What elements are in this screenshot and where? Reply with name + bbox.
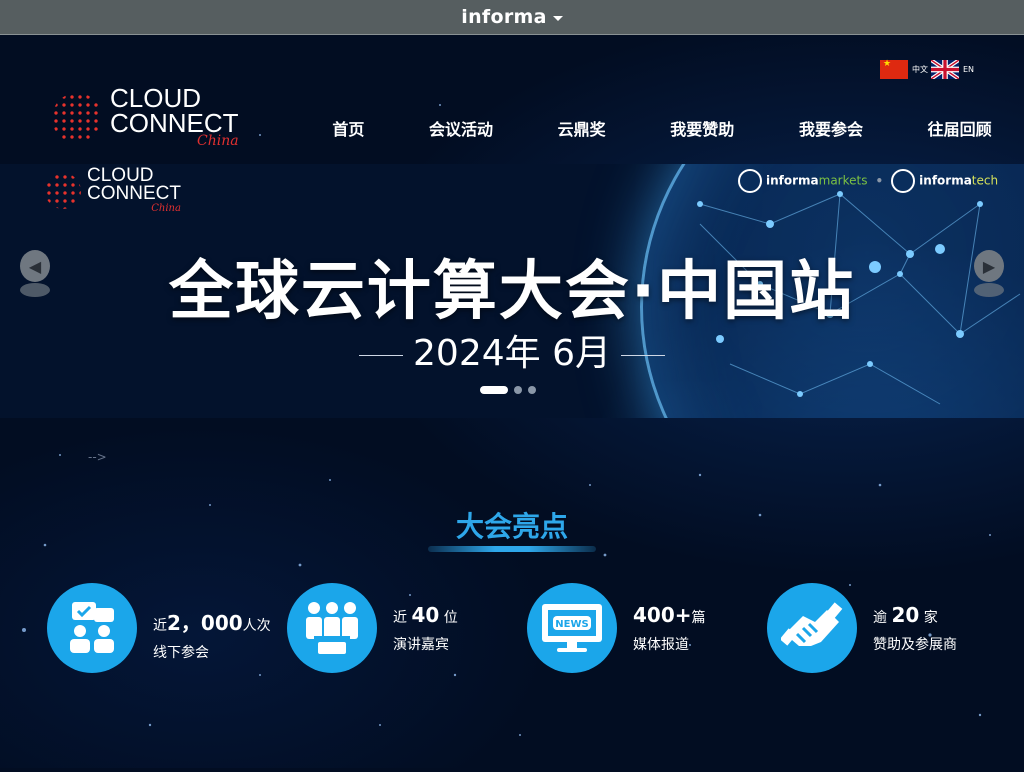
- informa-topbar[interactable]: informa: [0, 0, 1024, 35]
- logo-line2: CONNECT: [110, 107, 239, 138]
- informa-brand[interactable]: informa: [461, 6, 546, 28]
- speakers-icon: [287, 583, 377, 673]
- date-rule-right: [620, 354, 665, 356]
- banner-headline: 全球云计算大会·中国站: [168, 255, 856, 329]
- banner-logo: CLOUD CONNECT China: [45, 166, 181, 215]
- stat-sponsors: 逾 20 家 赞助及参展商: [767, 583, 957, 673]
- informa-ring-icon: [738, 169, 762, 193]
- stat2-label: 演讲嘉宾: [393, 637, 449, 654]
- prev-arrow-reflection: [20, 283, 50, 297]
- stat2-unit: 位: [439, 610, 458, 627]
- nav-item-attend[interactable]: 我要参会: [799, 116, 863, 140]
- prev-slide-button[interactable]: ◀: [20, 250, 50, 282]
- partner-separator: •: [875, 174, 884, 188]
- partner1-b: markets: [818, 173, 868, 188]
- uk-flag-icon[interactable]: [931, 60, 959, 79]
- stray-comment-text: -->: [88, 450, 107, 464]
- nav-item-sponsor[interactable]: 我要赞助: [670, 116, 734, 140]
- nav-item-awards[interactable]: 云鼎奖: [558, 116, 606, 140]
- partner2-b: tech: [971, 173, 999, 188]
- slide-dot-2[interactable]: [514, 386, 522, 394]
- hero-banner[interactable]: CLOUD CONNECT China informamarkets • inf…: [0, 164, 1024, 418]
- lang-zh-label[interactable]: 中文: [912, 64, 928, 75]
- informa-markets-logo: informamarkets: [738, 169, 867, 193]
- nav-item-past[interactable]: 往届回顾: [928, 116, 992, 140]
- slide-dot-1[interactable]: [480, 386, 508, 394]
- chevron-left-icon[interactable]: ◀: [29, 257, 41, 276]
- chat-people-icon: [47, 583, 137, 673]
- stat4-prefix: 逾: [873, 610, 892, 627]
- logo-line1: CLOUD: [110, 83, 202, 113]
- stat2-number: 40: [411, 603, 440, 628]
- chevron-down-icon[interactable]: [552, 16, 563, 21]
- highlights-title: 大会亮点: [455, 510, 568, 543]
- stat3-label: 媒体报道: [633, 637, 689, 654]
- stat-attendees: 近2，000人次 线下参会: [47, 583, 271, 673]
- lang-switch-zh[interactable]: 中文: [880, 59, 928, 79]
- main-nav: 首页 会议活动 云鼎奖 我要赞助 我要参会 往届回顾: [300, 116, 1024, 140]
- svg-text:NEWS: NEWS: [555, 619, 588, 630]
- site-logo[interactable]: CLOUD CONNECT China: [52, 83, 239, 149]
- stat-media: NEWS 400+篇 媒体报道: [527, 583, 706, 673]
- stat1-number: 2，000: [167, 611, 243, 636]
- stat3-number: 400+: [633, 603, 692, 628]
- stat4-label: 赞助及参展商: [873, 637, 957, 654]
- next-slide-button[interactable]: ▶: [974, 250, 1004, 282]
- news-monitor-icon: NEWS: [527, 583, 617, 673]
- nav-item-events[interactable]: 会议活动: [429, 116, 493, 140]
- banner-logo-line2: CONNECT: [87, 183, 181, 205]
- banner-date: 2024年 6月: [0, 324, 1024, 376]
- stat2-prefix: 近: [393, 610, 412, 627]
- slide-dot-3[interactable]: [528, 386, 536, 394]
- next-arrow-reflection: [974, 283, 1004, 297]
- chevron-right-icon[interactable]: ▶: [983, 257, 995, 276]
- stat1-label: 线下参会: [153, 645, 209, 662]
- lang-en-label[interactable]: EN: [963, 65, 974, 74]
- informa-ring-icon-2: [891, 169, 916, 193]
- stat1-prefix: 近: [153, 618, 167, 635]
- highlights-underline: [428, 546, 596, 552]
- banner-logo-script: China: [151, 203, 181, 215]
- partner2-a: informa: [919, 173, 972, 188]
- slide-indicator: [480, 386, 536, 394]
- stat3-unit: 篇: [691, 610, 706, 627]
- nav-item-home[interactable]: 首页: [332, 116, 364, 140]
- informa-tech-logo: informatech: [891, 169, 998, 193]
- stat4-number: 20: [891, 603, 920, 628]
- logo-dots-icon: [52, 92, 102, 143]
- stat-speakers: 近 40 位 演讲嘉宾: [287, 583, 458, 673]
- partner-logos: informamarkets • informatech: [738, 169, 998, 193]
- banner-logo-dots-icon: [45, 172, 81, 209]
- date-rule-left: [359, 354, 404, 356]
- handshake-icon: [767, 583, 857, 673]
- lang-switch-en[interactable]: EN: [931, 60, 974, 79]
- stat4-unit: 家: [919, 610, 938, 627]
- china-flag-icon[interactable]: [880, 59, 908, 79]
- partner1-a: informa: [766, 173, 819, 188]
- stat1-unit: 人次: [242, 618, 271, 635]
- banner-date-text: 2024年 6月: [413, 333, 611, 374]
